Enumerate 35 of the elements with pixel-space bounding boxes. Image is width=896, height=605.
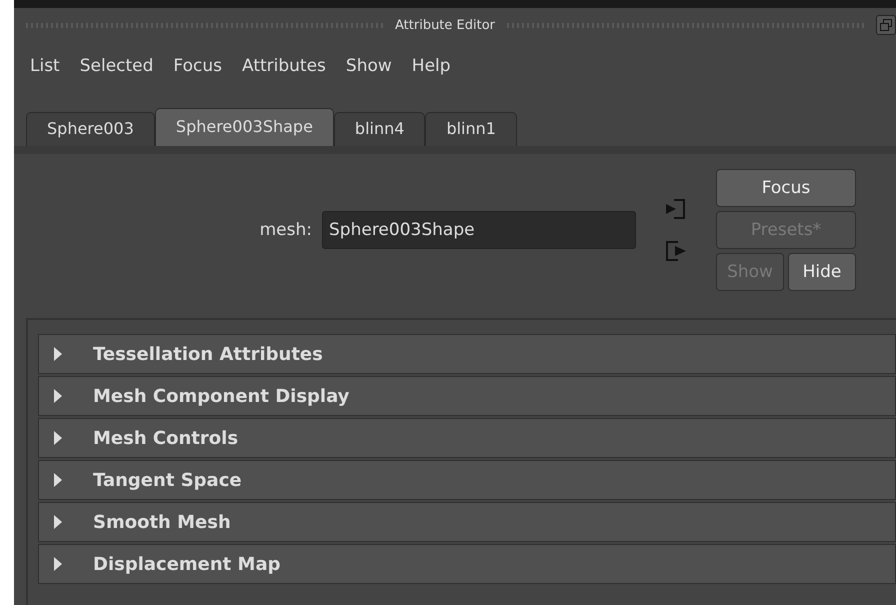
section-title: Mesh Component Display: [93, 386, 350, 406]
expand-arrow-icon[interactable]: [53, 389, 63, 403]
action-button[interactable]: Hide: [788, 253, 856, 291]
section-header[interactable]: Mesh Controls: [38, 418, 896, 458]
window-title: Attribute Editor: [395, 18, 496, 32]
section-title: Tessellation Attributes: [93, 344, 323, 364]
expand-arrow-icon[interactable]: [53, 473, 63, 487]
tab[interactable]: Sphere003: [26, 112, 155, 146]
expand-arrow-icon[interactable]: [53, 431, 63, 445]
menu-item[interactable]: Focus: [165, 54, 230, 78]
input-connection-icon[interactable]: [664, 197, 688, 221]
section-header[interactable]: Smooth Mesh: [38, 502, 896, 542]
tab[interactable]: Sphere003Shape: [154, 108, 334, 146]
section-title: Displacement Map: [93, 554, 280, 574]
section-header[interactable]: Tessellation Attributes: [38, 334, 896, 374]
tab[interactable]: blinn1: [425, 112, 517, 146]
menu-item[interactable]: Attributes: [234, 54, 334, 78]
section-header[interactable]: Tangent Space: [38, 460, 896, 500]
float-button[interactable]: [876, 15, 896, 35]
expand-arrow-icon[interactable]: [53, 557, 63, 571]
mesh-label: mesh:: [260, 220, 312, 240]
section-header[interactable]: Mesh Component Display: [38, 376, 896, 416]
expand-arrow-icon[interactable]: [53, 515, 63, 529]
tab[interactable]: blinn4: [334, 112, 426, 146]
node-name-field[interactable]: Sphere003Shape: [322, 211, 636, 249]
section-title: Smooth Mesh: [93, 512, 231, 532]
section-header[interactable]: Displacement Map: [38, 544, 896, 584]
section-title: Tangent Space: [93, 470, 242, 490]
menu-item[interactable]: Help: [404, 54, 459, 78]
menu-item[interactable]: List: [22, 54, 68, 78]
section-title: Mesh Controls: [93, 428, 238, 448]
action-button[interactable]: Focus: [716, 169, 856, 207]
menu-item[interactable]: Selected: [72, 54, 162, 78]
expand-arrow-icon[interactable]: [53, 347, 63, 361]
menu-item[interactable]: Show: [338, 54, 400, 78]
